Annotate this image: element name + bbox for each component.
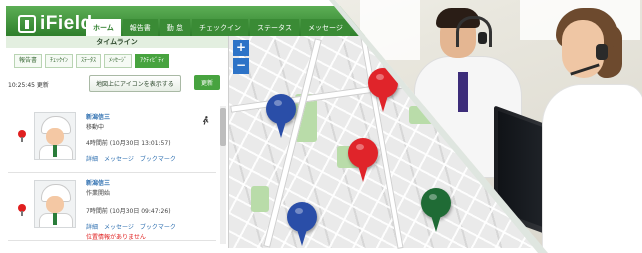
map-marker-blue[interactable]	[287, 202, 317, 248]
walking-icon	[202, 116, 209, 125]
timeline-entry: 新潟信三 移動中 4時間前 (10月30日 13:01:57) 詳細 メッセージ…	[8, 106, 216, 173]
tie-shape	[53, 213, 57, 225]
nav-tab-messages[interactable]: メッセージ	[301, 19, 350, 37]
location-pin-icon	[18, 204, 26, 216]
headset-icon	[596, 44, 608, 60]
marker-tail	[357, 162, 369, 182]
male-operator-tie	[458, 72, 468, 112]
timeline-filters: 報告書 ﾁｪｯｸｲﾝ ｽﾃｰﾀｽ ﾒｯｾｰｼﾞ ｱｸﾃｨﾋﾞﾃｨ	[14, 54, 170, 68]
location-pin-icon	[18, 130, 26, 142]
nav-tab-reports[interactable]: 報告書	[122, 19, 158, 37]
app-logo: iField	[18, 13, 93, 35]
bookmark-link[interactable]: ブックマーク	[140, 222, 176, 231]
zoom-out-button[interactable]: −	[233, 58, 249, 74]
entry-status: 作業開始	[86, 190, 111, 197]
nav-tab-checkin[interactable]: チェックイン	[192, 19, 249, 37]
tie-shape	[53, 145, 57, 157]
map-zoom-controls: + −	[233, 40, 249, 76]
message-link[interactable]: メッセージ	[104, 154, 134, 163]
entry-user-name[interactable]: 新潟信三	[86, 112, 110, 121]
no-location-warning: 位置情報がありません	[86, 234, 146, 241]
map-marker-red[interactable]	[348, 138, 378, 184]
entry-time: 4時間前 (10月30日 13:01:57)	[86, 140, 171, 147]
nav-tab-status[interactable]: ステータス	[250, 19, 300, 37]
face-shape	[46, 196, 64, 213]
timeline-title: タイムライン	[6, 36, 228, 48]
entry-user-name[interactable]: 新潟信三	[86, 178, 110, 187]
marker-tail	[275, 118, 287, 138]
timeline-entry: 新潟信三 作業開始 7時間前 (10月30日 09:47:26) 詳細 メッセー…	[8, 174, 216, 241]
last-updated-time: 10:25:45 更新	[8, 82, 49, 89]
timeline-panel: タイムライン 報告書 ﾁｪｯｸｲﾝ ｽﾃｰﾀｽ ﾒｯｾｰｼﾞ ｱｸﾃｨﾋﾞﾃｨ …	[6, 36, 229, 248]
entry-actions: 詳細 メッセージ ブックマーク	[86, 222, 176, 231]
main-nav: ホーム 報告書 勤 怠 チェックイン ステータス メッセージ	[86, 19, 350, 37]
filter-activity[interactable]: ｱｸﾃｨﾋﾞﾃｨ	[135, 54, 170, 68]
screenshot-stage: iField ホーム 報告書 勤 怠 チェックイン ステータス メッセージ タイ…	[0, 0, 642, 253]
filter-reports[interactable]: 報告書	[14, 54, 43, 68]
message-link[interactable]: メッセージ	[104, 222, 134, 231]
zoom-in-button[interactable]: +	[233, 40, 249, 56]
detail-link[interactable]: 詳細	[86, 154, 98, 163]
map-marker-blue[interactable]	[266, 94, 296, 140]
scrollbar-thumb[interactable]	[220, 108, 226, 146]
timeline-scrollbar[interactable]	[220, 106, 226, 244]
filter-status[interactable]: ｽﾃｰﾀｽ	[76, 54, 102, 68]
detail-link[interactable]: 詳細	[86, 222, 98, 231]
marker-tail	[430, 212, 442, 232]
female-operator-shirt	[542, 84, 642, 253]
filter-checkin[interactable]: ﾁｪｯｸｲﾝ	[45, 54, 74, 68]
show-icons-on-map-button[interactable]: 地図上にアイコンを表示する	[89, 75, 181, 92]
marker-tail	[296, 226, 308, 246]
avatar	[34, 112, 76, 160]
bookmark-link[interactable]: ブックマーク	[140, 154, 176, 163]
entry-actions: 詳細 メッセージ ブックマーク	[86, 154, 176, 163]
avatar	[34, 180, 76, 228]
map-marker-green[interactable]	[421, 188, 451, 234]
park-area	[251, 186, 269, 212]
logo-icon	[18, 15, 36, 33]
entry-time: 7時間前 (10月30日 09:47:26)	[86, 208, 171, 215]
refresh-button[interactable]: 更新	[194, 75, 221, 90]
headset-earpiece	[478, 32, 487, 44]
nav-tab-home[interactable]: ホーム	[86, 19, 121, 37]
filter-messages[interactable]: ﾒｯｾｰｼﾞ	[104, 54, 133, 68]
face-shape	[46, 128, 64, 145]
nav-tab-attendance[interactable]: 勤 怠	[159, 19, 191, 37]
marker-tail	[377, 92, 389, 112]
entry-status: 移動中	[86, 124, 105, 131]
logo-text: iField	[40, 13, 93, 34]
